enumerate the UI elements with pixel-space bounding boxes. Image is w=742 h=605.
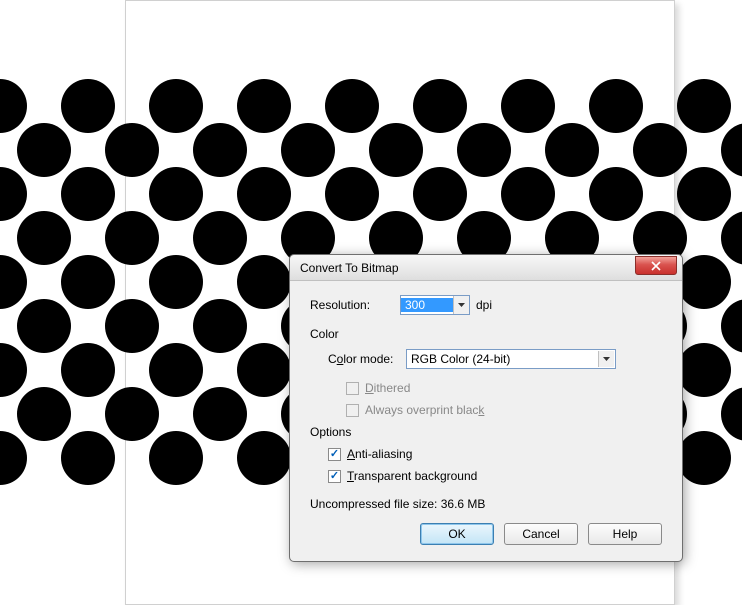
transparent-bg-label: Transparent background	[347, 469, 477, 483]
cancel-button[interactable]: Cancel	[504, 523, 578, 545]
antialiasing-label: Anti-aliasing	[347, 447, 412, 461]
color-mode-value: RGB Color (24-bit)	[411, 352, 510, 366]
transparent-bg-checkbox[interactable]	[328, 470, 341, 483]
resolution-label: Resolution:	[310, 298, 400, 312]
button-row: OK Cancel Help	[310, 523, 662, 545]
options-group-label: Options	[310, 425, 662, 439]
resolution-input[interactable]: 300	[400, 295, 470, 315]
resolution-value: 300	[401, 298, 453, 312]
color-mode-label: Color mode:	[328, 352, 406, 366]
overprint-checkbox-row: Always overprint black	[346, 403, 662, 417]
dithered-checkbox	[346, 382, 359, 395]
antialiasing-checkbox-row: Anti-aliasing	[328, 447, 662, 461]
color-mode-row: Color mode: RGB Color (24-bit)	[328, 349, 662, 369]
ok-button[interactable]: OK	[420, 523, 494, 545]
resolution-row: Resolution: 300 dpi	[310, 295, 662, 315]
close-button[interactable]	[635, 256, 677, 275]
dithered-checkbox-row: Dithered	[346, 381, 662, 395]
help-button[interactable]: Help	[588, 523, 662, 545]
color-mode-select[interactable]: RGB Color (24-bit)	[406, 349, 616, 369]
dialog-body: Resolution: 300 dpi Color Color mode: RG…	[290, 281, 682, 561]
antialiasing-checkbox[interactable]	[328, 448, 341, 461]
resolution-unit: dpi	[476, 298, 492, 312]
transparent-bg-checkbox-row: Transparent background	[328, 469, 662, 483]
file-size-text: Uncompressed file size: 36.6 MB	[310, 497, 662, 511]
color-group-label: Color	[310, 327, 662, 341]
dithered-label: Dithered	[365, 381, 410, 395]
overprint-checkbox	[346, 404, 359, 417]
dialog-titlebar[interactable]: Convert To Bitmap	[290, 255, 682, 281]
dialog-title: Convert To Bitmap	[300, 261, 399, 275]
overprint-label: Always overprint black	[365, 403, 484, 417]
dropdown-arrow-icon[interactable]	[598, 351, 614, 367]
close-icon	[651, 261, 661, 271]
dropdown-arrow-icon[interactable]	[453, 296, 469, 314]
convert-to-bitmap-dialog: Convert To Bitmap Resolution: 300 dpi Co…	[289, 254, 683, 562]
